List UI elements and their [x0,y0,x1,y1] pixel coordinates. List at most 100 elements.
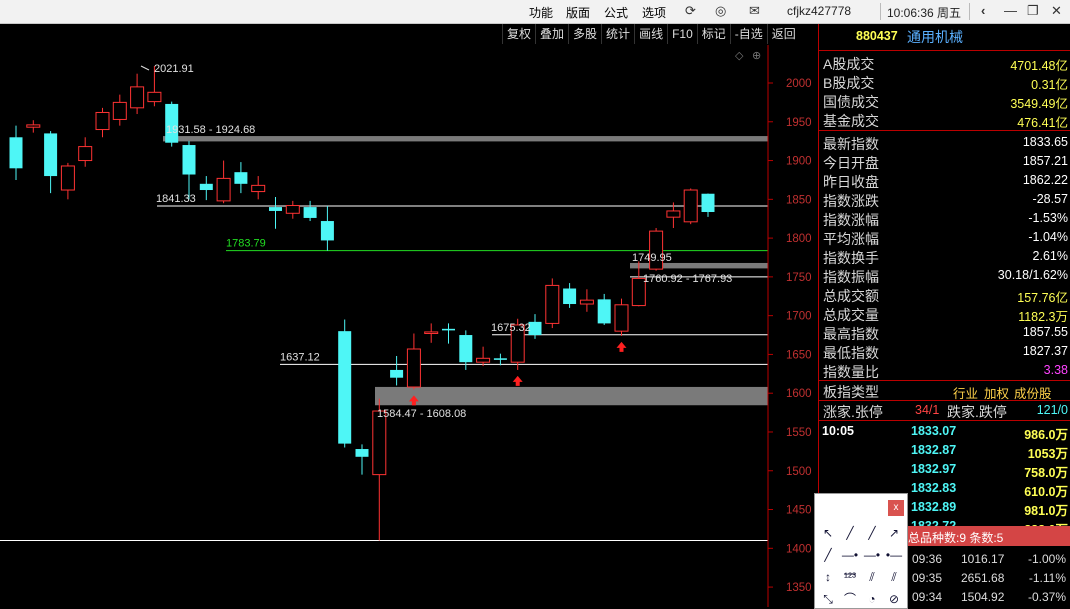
draw-tool-icon[interactable]: ⫽ [885,568,903,586]
stat-row-label: 昨日收盘 [823,174,879,190]
draw-tool-icon[interactable]: ⫽ [863,568,881,586]
btn-multi-stock[interactable]: 多股 [568,24,601,44]
candle-body [390,369,404,378]
gap-zone [163,136,768,142]
draw-tool-icon[interactable]: ╱ [819,546,837,564]
tick-volume: 986.0万 [1024,428,1068,442]
candle-body [147,91,162,103]
candle-body [701,193,715,213]
stat-row-value: -1.53% [1028,211,1068,225]
stat-row-value: 30.18/1.62% [997,268,1068,282]
refresh-icon[interactable]: ⟳ [685,3,696,19]
draw-tool-icon[interactable]: ╱ [841,524,859,542]
maximize-icon[interactable]: ❐ [1027,3,1039,19]
candle-body [406,348,421,388]
candle-body [199,183,213,191]
btn-draw-line[interactable]: 画线 [634,24,667,44]
draw-tool-icon[interactable]: ¹²³ [841,568,859,586]
btn-statistics[interactable]: 统计 [601,24,634,44]
stat-row: 总成交额 157.76亿 [819,285,1070,305]
draw-tool-icon[interactable]: ╱ [863,524,881,542]
menu-layout[interactable]: 版面 [566,4,590,21]
draw-tool-icon[interactable]: ↕ [819,568,837,586]
turnover-row-label: A股成交 [823,56,875,72]
y-tick-label: 1400 [786,543,812,555]
menu-function[interactable]: 功能 [529,4,553,21]
candle-body [355,449,369,457]
sector-type-label: 板指类型 [823,384,879,400]
stat-row-value: -28.57 [1032,192,1068,206]
draw-tool-icon[interactable]: ⊘ [885,590,903,608]
draw-tool-icon[interactable]: ◔ [863,590,881,608]
back-icon[interactable]: ‹ [981,3,985,18]
stat-row-label: 指数换手 [823,250,879,266]
kline-chart[interactable]: 2021.91 1931.58 - 1924.68 1841.33 1783.79 16… [0,45,818,607]
draw-tool-icon[interactable]: ↖ [819,524,837,542]
tick-price: 1833.07 [911,424,957,438]
btn-overlay[interactable]: 叠加 [535,24,568,44]
candle-body [579,299,594,305]
candle-body [44,133,58,177]
turnover-row-label: 基金成交 [823,113,879,129]
tick-price: 1832.89 [911,500,957,514]
stat-row-label: 指数振幅 [823,269,879,285]
gap-zone [375,386,768,406]
close-icon[interactable]: ✕ [1051,3,1062,19]
arrow-marker [512,375,523,386]
y-tick-label: 1700 [786,311,812,323]
btn-mark[interactable]: 标记 [696,24,730,44]
tick-volume: 981.0万 [1024,504,1068,518]
tick-row: 1832.97 758.0万 [909,461,1070,480]
btn-restore-rights[interactable]: 复权 [502,24,535,44]
draw-tool-icon[interactable]: ⤡ [819,590,837,608]
monitor-row[interactable]: 09:36 1016.17 -1.00% [906,550,1070,568]
stat-row-label: 最高指数 [823,326,879,342]
monitor-val: 1504.92 [961,590,1005,604]
draw-tool-icon[interactable]: —•— [841,546,859,580]
menu-formula[interactable]: 公式 [604,4,628,21]
tick-volume: 758.0万 [1024,466,1068,480]
stat-row: 指数量比 3.38 [819,361,1070,380]
candle-body [320,221,334,241]
price-annotation: 1749.95 [632,252,672,264]
draw-tool-palette[interactable]: x ↖ ╱ ╱ ↗ ╱ —•— —• •— ↕ ¹²³ ⫽ ⫽ ⤡ ⌒ ◔ ⊘ [814,493,908,609]
turnover-row: 国债成交 3549.49亿 [819,91,1070,111]
candle-body [9,137,23,169]
draw-tool-icon[interactable]: •— [885,546,903,564]
stat-row: 总成交量 1182.3万 [819,304,1070,324]
tick-volume: 610.0万 [1024,485,1068,499]
candle-body [493,358,507,360]
diamond-icon[interactable]: ◇ [735,50,744,62]
monitor-pct: -1.11% [1028,571,1066,585]
turnover-row-value: 476.41亿 [1017,116,1068,130]
sector-type-row: 板指类型 行业 加权 成份股 [819,381,1070,401]
annotation-pointer [140,65,150,71]
draw-tool-icon[interactable]: ↗ [885,524,903,542]
stat-row-label: 最低指数 [823,345,879,361]
btn-back[interactable]: 返回 [766,24,800,44]
draw-tool-icon[interactable]: ⌒ [841,590,859,608]
monitor-time: 09:35 [912,571,943,585]
y-tick-label: 1800 [786,233,812,245]
down-count: 121/0 [1036,403,1068,417]
plus-icon[interactable]: ⊕ [752,50,761,62]
monitor-time: 09:34 [912,590,943,604]
monitor-time: 09:36 [912,552,943,566]
candle-body [234,172,248,184]
btn-f10[interactable]: F10 [667,24,697,44]
monitor-row[interactable]: 09:34 1504.92 -0.37% [906,588,1070,606]
monitor-pct: -1.00% [1027,552,1066,566]
tick-row: 1832.83 610.0万 [909,480,1070,499]
btn-watchlist[interactable]: -自选 [729,24,767,44]
y-tick-label: 1550 [786,427,812,439]
tick-volume: 1053万 [1027,447,1068,461]
bulb-icon[interactable]: ◎ [715,3,726,19]
menu-options[interactable]: 选项 [642,4,666,21]
monitor-row[interactable]: 09:35 2651.68 -1.11% [906,569,1070,587]
draw-tool-icon[interactable]: —• [863,546,881,564]
stat-row-label: 总成交额 [823,288,879,304]
mail-icon[interactable]: ✉ [749,3,760,19]
minimize-icon[interactable]: — [1004,3,1017,18]
close-icon[interactable]: x [888,500,904,516]
stat-row: 最新指数 1833.65 [819,133,1070,152]
